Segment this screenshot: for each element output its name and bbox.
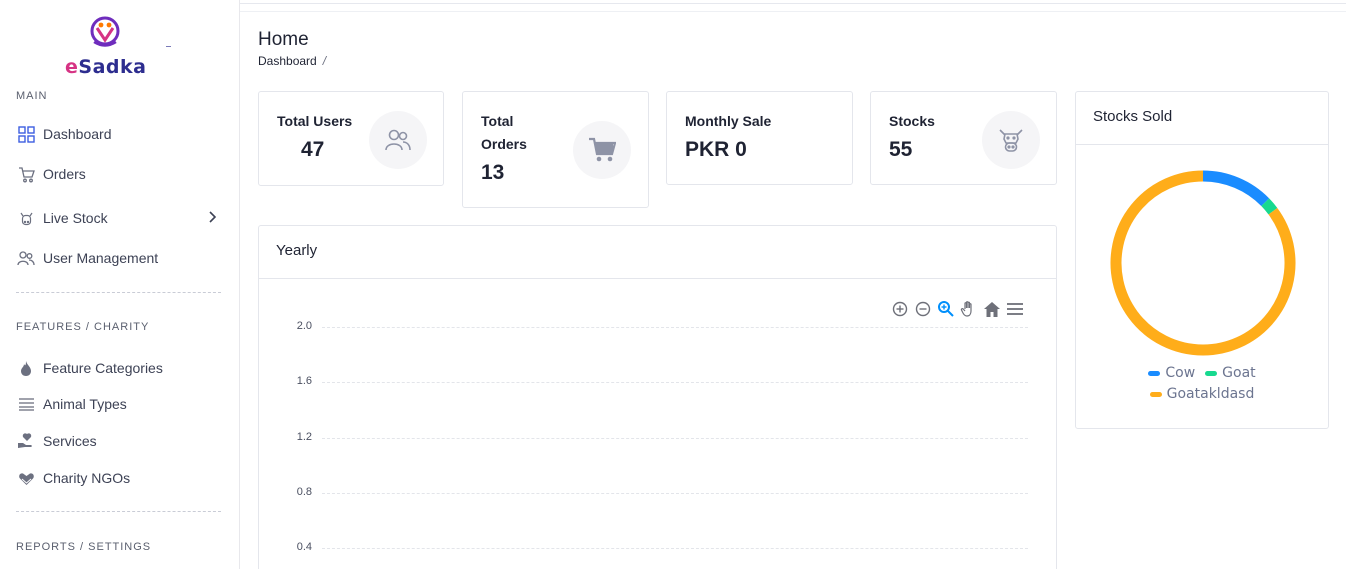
stat-value: PKR 0 bbox=[685, 138, 747, 161]
stat-label: Total Users bbox=[277, 113, 353, 129]
legend-swatch bbox=[1148, 370, 1161, 376]
breadcrumb-item-dashboard[interactable]: Dashboard bbox=[258, 54, 317, 68]
stocks-sold-donut-chart bbox=[1110, 170, 1296, 356]
legend-label: Cow bbox=[1165, 365, 1196, 381]
legend-label: Goatakldasd bbox=[1166, 386, 1255, 402]
stat-label-line2: Orders bbox=[481, 136, 527, 152]
sidebar-divider bbox=[16, 292, 221, 293]
stat-value: 47 bbox=[301, 138, 325, 161]
sidebar-item-label: Live Stock bbox=[43, 210, 108, 226]
brand-logo[interactable]: eSadka bbox=[60, 12, 170, 78]
top-navbar-border bbox=[240, 3, 1346, 4]
stat-value: 13 bbox=[481, 161, 505, 184]
stat-label: Stocks bbox=[889, 113, 935, 129]
grid-icon bbox=[16, 124, 36, 144]
y-gridline bbox=[322, 382, 1028, 384]
stat-card-total-users: Total Users 47 bbox=[258, 91, 444, 186]
stat-card-stocks: Stocks 55 bbox=[870, 91, 1057, 185]
panel-title: Stocks Sold bbox=[1093, 108, 1173, 125]
sidebar-item-services[interactable]: Services bbox=[16, 429, 224, 453]
y-gridline bbox=[322, 492, 1028, 494]
stat-card-monthly-sale: Monthly Sale PKR 0 bbox=[666, 91, 853, 185]
yearly-chart-panel: Yearly bbox=[258, 225, 1057, 569]
sidebar-divider bbox=[16, 511, 221, 512]
list-icon bbox=[16, 394, 36, 414]
chart-toolbar bbox=[891, 299, 1024, 319]
users-icon bbox=[16, 248, 36, 268]
stat-label: Monthly Sale bbox=[685, 113, 772, 129]
flame-icon bbox=[16, 358, 36, 378]
donut-legend-row-2: Goatakldasd bbox=[1076, 386, 1328, 402]
legend-item-cow[interactable]: Cow bbox=[1148, 365, 1195, 381]
legend-swatch bbox=[1149, 391, 1162, 397]
sidebar-item-animal-types[interactable]: Animal Types bbox=[16, 392, 224, 416]
sidebar-item-feature-categories[interactable]: Feature Categories bbox=[16, 356, 224, 380]
hand-heart-icon bbox=[16, 431, 36, 451]
sidebar-item-label: Charity NGOs bbox=[43, 470, 131, 486]
cart-icon bbox=[16, 164, 36, 184]
donut-slice-goat[interactable] bbox=[1261, 198, 1278, 215]
panel-header-divider bbox=[259, 278, 1056, 279]
breadcrumb-separator: / bbox=[322, 54, 327, 68]
y-gridline bbox=[322, 327, 1028, 328]
sidebar-item-label: Orders bbox=[43, 166, 86, 182]
page-title: Home bbox=[258, 29, 309, 50]
legend-swatch bbox=[1205, 370, 1218, 376]
cart-icon bbox=[573, 121, 631, 179]
sidebar-item-label: Services bbox=[43, 433, 97, 449]
legend-item-goatakldasd[interactable]: Goatakldasd bbox=[1149, 386, 1255, 402]
sidebar-item-orders[interactable]: Orders bbox=[16, 162, 224, 186]
y-tick-label: 0.4 bbox=[296, 541, 312, 553]
breadcrumb: Dashboard / bbox=[258, 54, 326, 68]
logo-mark-icon bbox=[90, 16, 120, 47]
stat-value: 55 bbox=[889, 138, 913, 161]
reset-home-icon[interactable] bbox=[983, 299, 1001, 319]
brand-name: eSadka bbox=[65, 56, 147, 78]
app-root: eSadka MAIN Dashboard Orders Live Stock bbox=[0, 0, 1346, 569]
donut-slice-cow[interactable] bbox=[1202, 170, 1270, 207]
section-title-reports: REPORTS / SETTINGS bbox=[16, 541, 152, 553]
heart-hands-icon bbox=[16, 468, 36, 488]
users-icon bbox=[369, 111, 427, 169]
sidebar-item-label: Dashboard bbox=[43, 126, 112, 142]
panel-title: Yearly bbox=[276, 242, 318, 259]
selection-zoom-icon[interactable] bbox=[937, 299, 955, 319]
menu-icon[interactable] bbox=[1006, 299, 1024, 319]
sidebar-item-dashboard[interactable]: Dashboard bbox=[16, 122, 224, 146]
sidebar-item-charity-ngos[interactable]: Charity NGOs bbox=[16, 466, 224, 490]
donut-legend-row-1: Cow Goat bbox=[1076, 365, 1328, 381]
y-tick-label: 0.8 bbox=[296, 485, 312, 498]
y-tick-label: 1.2 bbox=[296, 430, 312, 443]
panel-header-divider bbox=[1076, 144, 1328, 145]
sidebar-item-live-stock[interactable]: Live Stock bbox=[16, 206, 224, 230]
sidebar-toggle[interactable] bbox=[166, 46, 171, 47]
y-gridline bbox=[322, 437, 1028, 439]
pan-hand-icon[interactable] bbox=[960, 299, 978, 319]
sidebar-item-label: Animal Types bbox=[43, 396, 127, 412]
cow-icon bbox=[16, 208, 36, 228]
section-title-features: FEATURES / CHARITY bbox=[16, 321, 150, 333]
y-tick-label: 2.0 bbox=[296, 320, 312, 332]
content-top-border bbox=[240, 11, 1346, 12]
y-gridline bbox=[322, 548, 1028, 549]
zoom-in-icon[interactable] bbox=[891, 299, 909, 319]
section-title-main: MAIN bbox=[16, 90, 48, 102]
sidebar-item-user-management[interactable]: User Management bbox=[16, 246, 224, 270]
sidebar-item-label: User Management bbox=[43, 250, 159, 266]
cow-icon bbox=[982, 111, 1040, 169]
sidebar-item-label: Feature Categories bbox=[43, 360, 163, 376]
stat-label-line1: Total bbox=[481, 113, 514, 129]
legend-item-goat[interactable]: Goat bbox=[1205, 365, 1256, 381]
stat-card-total-orders: Total Orders 13 bbox=[462, 91, 649, 208]
zoom-out-icon[interactable] bbox=[914, 299, 932, 319]
legend-label: Goat bbox=[1222, 365, 1256, 381]
y-tick-label: 1.6 bbox=[296, 375, 312, 388]
sidebar: eSadka MAIN Dashboard Orders Live Stock bbox=[0, 0, 240, 569]
chevron-right-icon bbox=[209, 211, 217, 223]
